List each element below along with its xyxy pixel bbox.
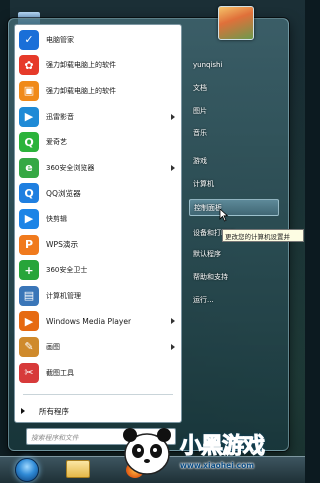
program-item[interactable]: e 360安全浏览器 [15,155,181,181]
watermark-title: 小黑游戏 [179,434,265,460]
program-label: 360安全浏览器 [46,163,95,172]
all-programs-button[interactable]: 所有程序 [21,403,69,419]
program-item[interactable]: ✿ 强力卸载电脑上的软件 [15,53,181,79]
submenu-arrow-icon[interactable] [171,164,175,171]
iqiyi-icon: Q [19,132,39,153]
program-label: Windows Media Player [46,316,132,326]
program-label: 爱奇艺 [46,138,67,147]
program-item[interactable]: ▶ 快剪辑 [15,206,181,232]
program-item[interactable]: ✎ 画图 [15,334,181,360]
right-pane-item[interactable]: 默认程序 [189,245,279,262]
program-label: 计算机管理 [46,291,81,300]
program-label: 强力卸载电脑上的软件 [46,86,116,95]
watermark-url: www.xiaohei.com [180,461,255,470]
all-programs-label: 所有程序 [39,406,69,416]
right-pane-item[interactable]: 控制面板 [189,199,279,216]
quick-edit-icon: ▶ [19,208,39,229]
snipping-tool-icon: ✂ [19,362,39,383]
right-pane-item[interactable]: 音乐 [189,124,279,141]
program-item[interactable]: ▶ Windows Media Player [15,309,181,335]
right-pane-item[interactable]: yunqishi [189,56,279,73]
start-menu-programs-pane: ✓ 电脑管家 ✿ 强力卸载电脑上的软件 ▣ 强力卸载电脑上的软件 ▶ 迅雷影音 Q 爱奇艺 e 360… [14,24,182,423]
program-item[interactable]: ✓ 电脑管家 [15,27,181,53]
right-pane-item[interactable]: 运行... [189,291,279,308]
program-label: QQ浏览器 [46,188,81,198]
program-list: ✓ 电脑管家 ✿ 强力卸载电脑上的软件 ▣ 强力卸载电脑上的软件 ▶ 迅雷影音 Q 爱奇艺 e 360… [15,27,181,385]
program-item[interactable]: ▣ 强力卸载电脑上的软件 [15,78,181,104]
program-label: 电脑管家 [46,35,74,44]
program-label: 画图 [46,342,60,351]
submenu-arrow-icon[interactable] [171,343,175,350]
program-item[interactable]: +360安全卫士 [15,257,181,283]
xunlei-player-icon: ▶ [19,106,39,127]
panda-mascot-icon [123,428,171,475]
paint-icon: ✎ [19,336,39,357]
triangle-right-icon [21,408,25,414]
taskbar-explorer-icon[interactable] [66,460,90,478]
360-security-icon: + [19,260,39,281]
program-label: 迅雷影音 [46,112,74,121]
windows-media-player-icon: ▶ [19,311,39,332]
uninstall-pinwheel-icon: ✿ [19,55,39,76]
computer-management-icon: ▤ [19,285,39,306]
360-browser-icon: e [19,157,39,178]
program-item[interactable]: Q QQ浏览器 [15,181,181,207]
program-label: 360安全卫士 [46,266,88,275]
program-label: 快剪辑 [46,214,67,223]
separator [23,394,173,395]
program-item[interactable]: ✂ 截图工具 [15,360,181,386]
mouse-cursor-icon [219,208,229,222]
program-item[interactable]: ▶ 迅雷影音 [15,104,181,130]
program-label: WPS演示 [46,240,79,250]
program-label: 截图工具 [46,368,74,377]
tencent-pc-manager-icon: ✓ [19,29,39,50]
uninstall-box-icon: ▣ [19,80,39,101]
right-pane-item[interactable]: 图片 [189,102,279,119]
right-pane-item[interactable]: 计算机 [189,175,279,192]
wps-presentation-icon: P [19,234,39,255]
tooltip: 更改您的计算机设置并 [222,229,304,242]
program-item[interactable]: Q 爱奇艺 [15,129,181,155]
submenu-arrow-icon[interactable] [171,318,175,325]
user-avatar[interactable] [218,6,254,40]
right-pane-item[interactable]: 文档 [189,79,279,96]
program-item[interactable]: ▤ 计算机管理 [15,283,181,309]
right-pane-item[interactable]: 帮助和支持 [189,268,279,285]
qq-browser-icon: Q [19,183,39,204]
right-pane-item[interactable]: 游戏 [189,152,279,169]
program-label: 强力卸载电脑上的软件 [46,61,116,70]
program-item[interactable]: P WPS演示 [15,232,181,258]
start-button[interactable] [15,458,39,482]
submenu-arrow-icon[interactable] [171,113,175,120]
